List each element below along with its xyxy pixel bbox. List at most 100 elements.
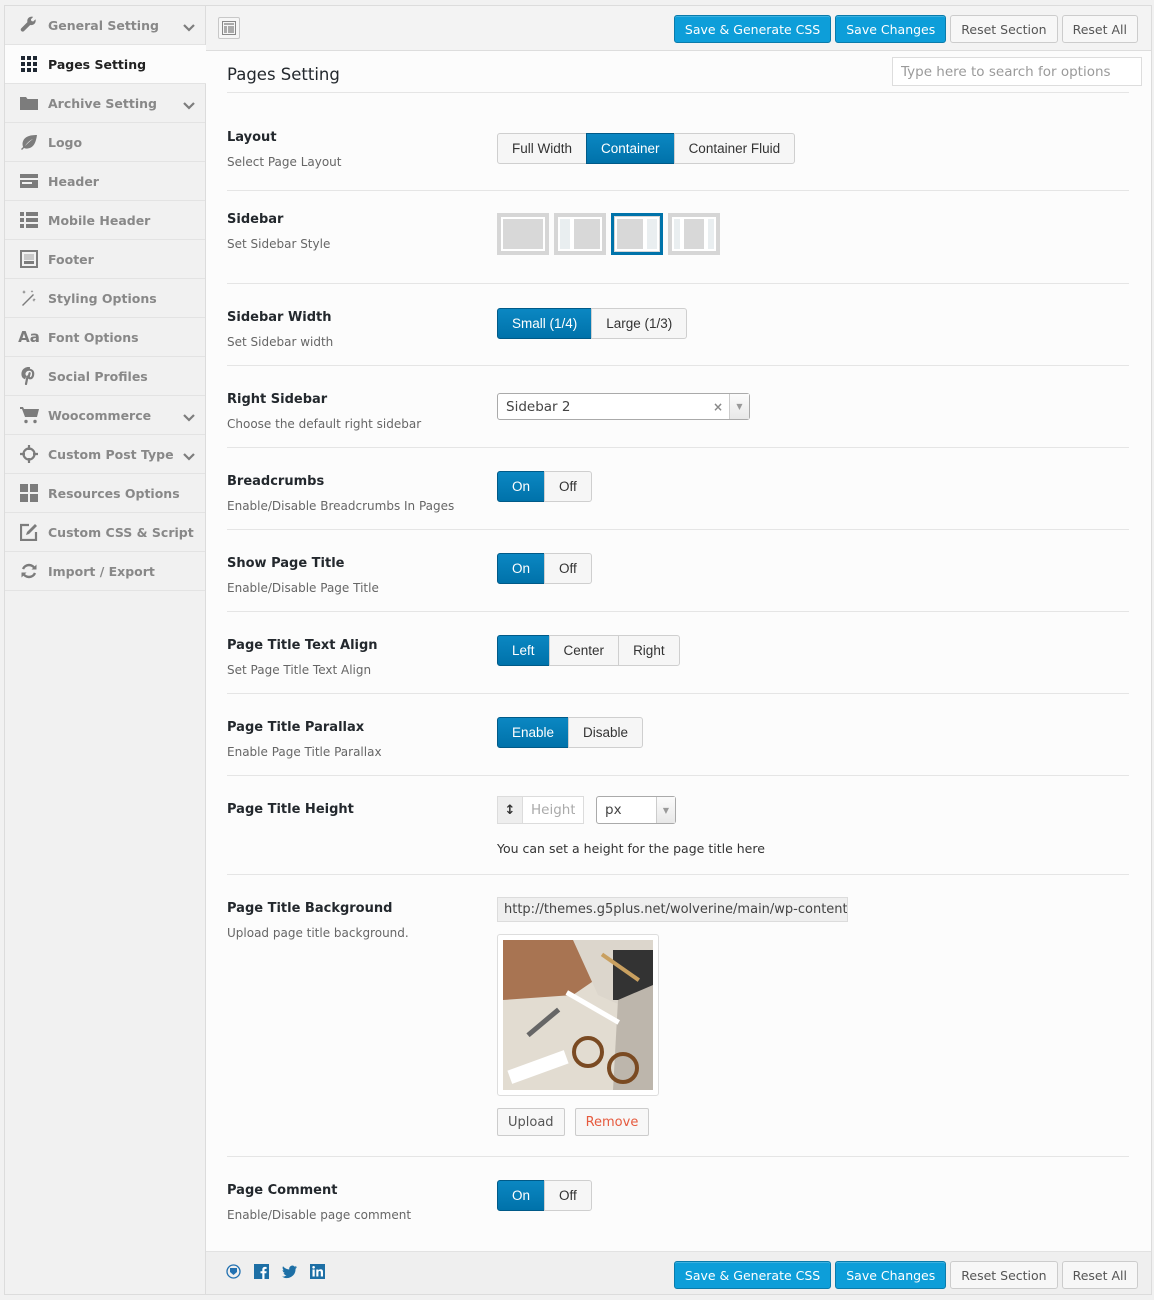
sidebar-item-styling-options[interactable]: Styling Options — [5, 279, 205, 318]
sidebar-item-footer[interactable]: Footer — [5, 240, 205, 279]
twitter-icon[interactable] — [282, 1264, 297, 1279]
align-center[interactable]: Center — [548, 635, 620, 666]
title-align-button-set: Left Center Right — [497, 635, 680, 666]
sidebar-style-both[interactable] — [668, 213, 720, 255]
linkedin-icon[interactable] — [310, 1264, 325, 1279]
unit-select[interactable]: px ▼ — [596, 796, 676, 824]
footer-icon — [19, 249, 39, 269]
right-sidebar-select[interactable]: Sidebar 2 × ▼ — [497, 393, 750, 420]
bottom-toolbar: Save & Generate CSS Save Changes Reset S… — [206, 1251, 1151, 1294]
page-comment-off[interactable]: Off — [544, 1180, 592, 1211]
clear-icon[interactable]: × — [713, 400, 723, 414]
option-page-comment: Page Comment Enable/Disable page comment… — [227, 1157, 1129, 1253]
section-title: Pages Setting — [227, 65, 340, 84]
option-description: Enable/Disable Breadcrumbs In Pages — [227, 499, 455, 513]
leaf-icon — [19, 132, 39, 152]
option-title: Show Page Title — [227, 556, 345, 571]
layout-container[interactable]: Container — [586, 133, 675, 164]
layout-container-fluid[interactable]: Container Fluid — [673, 133, 796, 164]
vertical-arrows-icon: ↕ — [498, 797, 523, 823]
sidebar-item-font-options[interactable]: Aa Font Options — [5, 318, 205, 357]
option-title-parallax: Page Title Parallax Enable Page Title Pa… — [227, 694, 1129, 776]
show-page-title-on[interactable]: On — [497, 553, 546, 584]
align-left[interactable]: Left — [497, 635, 550, 666]
chevron-down-icon — [183, 96, 195, 115]
media-upload-control: http://themes.g5plus.net/wolverine/main/… — [497, 897, 848, 1136]
sidebar-item-archive-setting[interactable]: Archive Setting — [5, 84, 205, 123]
sidebar-width-large[interactable]: Large (1/3) — [591, 308, 688, 339]
sidebar-style-right[interactable] — [611, 213, 663, 255]
sidebar-item-logo[interactable]: Logo — [5, 123, 205, 162]
grid-icon — [19, 54, 39, 74]
save-changes-button[interactable]: Save Changes — [835, 1261, 947, 1289]
option-title: Page Title Height — [227, 802, 354, 817]
reset-section-button[interactable]: Reset Section — [950, 15, 1058, 43]
dropdown-arrow-icon: ▼ — [656, 797, 675, 823]
expand-toggle-button[interactable] — [218, 17, 240, 39]
breadcrumbs-switch: On Off — [497, 471, 592, 502]
wrench-icon — [19, 15, 39, 35]
magic-wand-icon — [19, 288, 39, 308]
top-toolbar: Save & Generate CSS Save Changes Reset S… — [206, 6, 1151, 51]
sidebar-style-left[interactable] — [554, 213, 606, 255]
remove-button[interactable]: Remove — [574, 1108, 650, 1136]
sidebar-width-small[interactable]: Small (1/4) — [497, 308, 593, 339]
sidebar-item-label: Woocommerce — [48, 407, 152, 423]
chevron-down-icon — [183, 447, 195, 466]
height-input-group: ↕ — [497, 796, 584, 824]
dropdown-arrow-icon[interactable]: ▼ — [729, 394, 749, 419]
reset-section-button[interactable]: Reset Section — [950, 1261, 1058, 1289]
sidebar-item-mobile-header[interactable]: Mobile Header — [5, 201, 205, 240]
sidebar-item-label: General Setting — [48, 17, 159, 33]
sidebar-item-pages-setting[interactable]: Pages Setting — [5, 45, 206, 84]
reset-all-button[interactable]: Reset All — [1061, 15, 1138, 43]
pinterest-icon — [19, 366, 39, 386]
show-page-title-off[interactable]: Off — [544, 553, 592, 584]
sidebar-width-button-set: Small (1/4) Large (1/3) — [497, 308, 688, 339]
option-description: Set Sidebar width — [227, 335, 334, 349]
sidebar-item-general-setting[interactable]: General Setting — [5, 6, 205, 45]
image-url-field[interactable]: http://themes.g5plus.net/wolverine/main/… — [497, 897, 848, 922]
search-options-input[interactable] — [892, 57, 1142, 86]
sidebar-item-label: Resources Options — [48, 485, 180, 501]
sidebar-item-social-profiles[interactable]: Social Profiles — [5, 357, 205, 396]
option-description: Enable/Disable Page Title — [227, 581, 379, 595]
option-title: Breadcrumbs — [227, 474, 325, 489]
redux-icon[interactable] — [226, 1264, 241, 1279]
layout-full-width[interactable]: Full Width — [497, 133, 588, 164]
option-description: Set Page Title Text Align — [227, 663, 372, 677]
save-changes-button[interactable]: Save Changes — [835, 15, 947, 43]
sidebar-item-label: Font Options — [48, 329, 139, 345]
upload-button[interactable]: Upload — [497, 1108, 565, 1136]
save-generate-css-button[interactable]: Save & Generate CSS — [673, 1261, 832, 1289]
facebook-icon[interactable] — [254, 1264, 269, 1279]
edit-icon — [19, 522, 39, 542]
page-comment-on[interactable]: On — [497, 1180, 546, 1211]
align-right[interactable]: Right — [618, 635, 680, 666]
crosshair-icon — [19, 444, 39, 464]
height-input[interactable] — [523, 797, 583, 823]
sidebar-item-custom-css-script[interactable]: Custom CSS & Script — [5, 513, 205, 552]
option-layout: Layout Select Page Layout Full Width Con… — [227, 93, 1129, 191]
background-thumbnail — [503, 940, 653, 1090]
sidebar-item-woocommerce[interactable]: Woocommerce — [5, 396, 205, 435]
parallax-disable[interactable]: Disable — [568, 717, 644, 748]
option-title-background: Page Title Background Upload page title … — [227, 875, 1129, 1157]
breadcrumbs-off[interactable]: Off — [544, 471, 592, 502]
sidebar-item-header[interactable]: Header — [5, 162, 205, 201]
sidebar-nav: General Setting Pages Setting Archive Se… — [5, 6, 206, 1294]
sidebar-item-label: Import / Export — [48, 563, 155, 579]
parallax-button-set: Enable Disable — [497, 717, 644, 748]
sidebar-style-none[interactable] — [497, 213, 549, 255]
sidebar-item-label: Pages Setting — [48, 56, 147, 72]
option-description: Set Sidebar Style — [227, 237, 331, 251]
parallax-enable[interactable]: Enable — [497, 717, 570, 748]
option-description: Enable Page Title Parallax — [227, 745, 382, 759]
sidebar-item-label: Archive Setting — [48, 95, 157, 111]
breadcrumbs-on[interactable]: On — [497, 471, 546, 502]
reset-all-button[interactable]: Reset All — [1061, 1261, 1138, 1289]
save-generate-css-button[interactable]: Save & Generate CSS — [673, 15, 832, 43]
sidebar-item-import-export[interactable]: Import / Export — [5, 552, 205, 591]
sidebar-item-custom-post-type[interactable]: Custom Post Type — [5, 435, 205, 474]
sidebar-item-resources-options[interactable]: Resources Options — [5, 474, 205, 513]
